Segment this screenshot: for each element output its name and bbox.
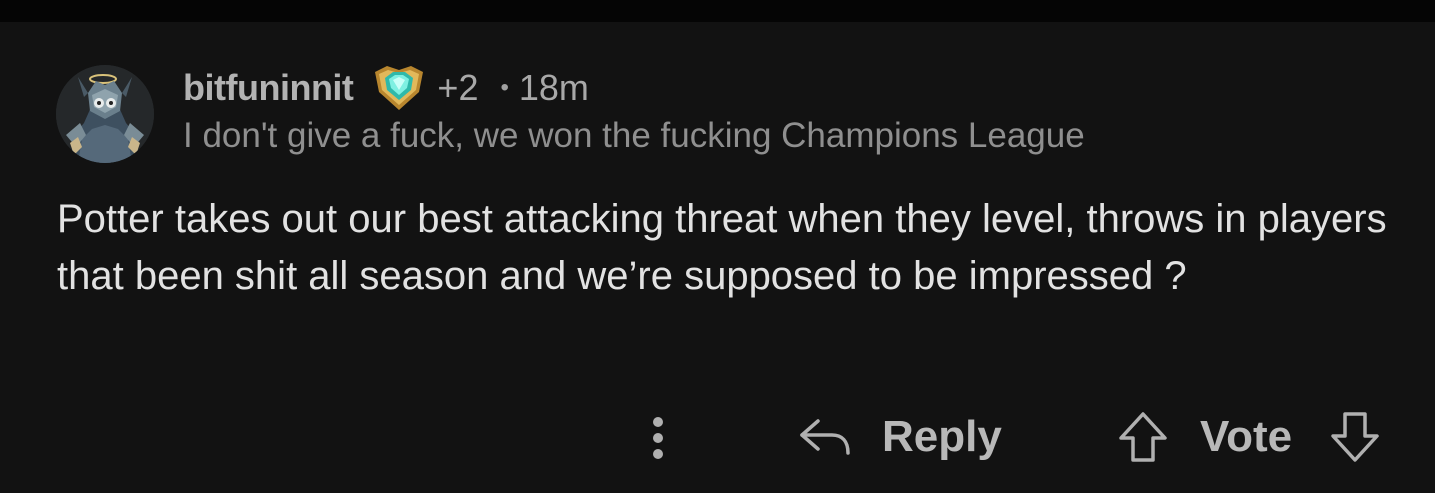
- vote-label: Vote: [1200, 412, 1293, 461]
- comment-header: bitfuninnit +2 • 18m: [183, 66, 589, 110]
- reply-label: Reply: [882, 412, 1002, 461]
- comment-actions-bar: Reply Vote: [0, 402, 1435, 472]
- reply-arrow-icon: [800, 419, 850, 455]
- diamond-shield-award-icon[interactable]: [371, 62, 427, 114]
- reply-button[interactable]: Reply: [798, 407, 1002, 467]
- username-link[interactable]: bitfuninnit: [183, 67, 354, 109]
- more-options-button[interactable]: [638, 408, 678, 468]
- user-flair: I don't give a fuck, we won the fucking …: [183, 116, 1085, 155]
- comment-age: 18m: [518, 67, 589, 108]
- arrow-down-icon: [1331, 412, 1379, 462]
- karma-badge: +2: [437, 67, 479, 108]
- arrow-up-icon: [1119, 412, 1167, 462]
- comment-card: bitfuninnit +2 • 18m I don't give a fuck…: [0, 22, 1435, 493]
- status-bar-strip: [0, 0, 1435, 22]
- armored-character-avatar-icon: [56, 65, 154, 163]
- upvote-button[interactable]: [1115, 407, 1171, 467]
- downvote-button[interactable]: [1327, 407, 1383, 467]
- user-avatar[interactable]: [56, 65, 154, 163]
- meta-separator: •: [500, 74, 509, 101]
- comment-body: Potter takes out our best attacking thre…: [57, 197, 1387, 298]
- vertical-dots-icon: [653, 417, 663, 459]
